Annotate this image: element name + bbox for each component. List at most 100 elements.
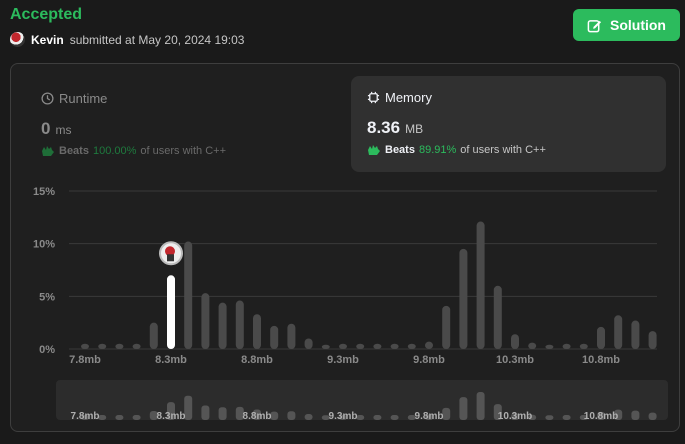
avatar-figure (165, 246, 175, 257)
navigator-bar (631, 410, 640, 420)
runtime-beats-label: Beats (59, 145, 89, 157)
memory-unit: MB (405, 122, 424, 136)
navigator-bar (270, 411, 279, 420)
selected-bar[interactable] (167, 275, 175, 349)
chart-bar[interactable] (201, 293, 210, 349)
solution-button[interactable]: Solution (573, 9, 680, 41)
edit-icon (587, 19, 602, 32)
navigator-bar (373, 415, 382, 420)
y-tick-label: 10% (33, 239, 55, 251)
x-tick-label: 10.3mb (496, 354, 534, 366)
navigator-tick-label: 10.8mb (584, 411, 618, 422)
status-title: Accepted (10, 6, 83, 23)
chart-bar[interactable] (648, 331, 657, 349)
navigator-bar (149, 411, 158, 420)
navigator-bar (167, 402, 175, 420)
navigator-bar (304, 414, 313, 420)
navigator-bar (528, 414, 537, 420)
chart-bar[interactable] (132, 343, 141, 349)
navigator-tick-label: 10.3mb (498, 411, 532, 422)
memory-card[interactable]: Memory 8.36 MB Beats 89.91% of users wit… (351, 76, 666, 172)
chart-bar[interactable] (115, 343, 124, 349)
navigator-bar (218, 407, 227, 420)
chart-bar[interactable] (390, 343, 399, 349)
chart-bar[interactable] (287, 323, 296, 349)
navigator-bar (184, 395, 193, 420)
chart-bar[interactable] (253, 314, 261, 349)
navigator-bar (442, 407, 451, 420)
chart-bar[interactable] (407, 343, 416, 349)
navigator-bar (201, 405, 210, 420)
memory-value: 8.36 (367, 118, 401, 137)
chart-bar[interactable] (373, 343, 382, 349)
clap-icon (368, 145, 380, 155)
submitted-text: submitted at May 20, 2024 19:03 (69, 32, 245, 47)
chart-bar[interactable] (149, 322, 158, 349)
navigator-bar (81, 415, 89, 420)
chart-bar[interactable] (545, 344, 554, 349)
x-tick-label: 8.3mb (155, 354, 187, 366)
navigator-bar (356, 415, 365, 420)
navigator-bar (459, 397, 468, 420)
navigator-tick-label: 8.8mb (243, 411, 272, 422)
chart-bar[interactable] (425, 341, 433, 349)
navigator-bar (579, 415, 588, 420)
chart-bar[interactable] (184, 241, 193, 349)
avatar[interactable] (10, 32, 25, 47)
memory-label: Memory (385, 90, 432, 105)
x-tick-label: 8.8mb (241, 354, 273, 366)
user-avatar-marker (159, 241, 183, 266)
chart-bar[interactable] (218, 302, 227, 349)
navigator-tick-label: 9.3mb (329, 411, 358, 422)
y-tick-label: 0% (39, 344, 55, 356)
navigator-bar (407, 415, 416, 420)
chart-bar[interactable] (235, 300, 244, 349)
y-tick-label: 15% (33, 186, 55, 198)
navigator-bar (493, 404, 502, 420)
clap-icon (42, 146, 54, 156)
chart-bar[interactable] (304, 338, 313, 349)
runtime-beats-percent: 100.00% (92, 145, 137, 157)
chart-bar[interactable] (321, 344, 330, 349)
x-tick-label: 7.8mb (69, 354, 101, 366)
chart-bar[interactable] (631, 320, 640, 349)
chart-bar[interactable] (442, 305, 451, 349)
chart-bar[interactable] (597, 326, 605, 349)
range-navigator[interactable] (56, 380, 668, 420)
navigator-bar (321, 415, 330, 420)
navigator-bar (425, 414, 433, 420)
chart-bar[interactable] (339, 343, 347, 349)
navigator-tick-label: 7.8mb (71, 411, 100, 422)
chart-bar[interactable] (81, 343, 89, 349)
username-link[interactable]: Kevin (31, 33, 64, 47)
navigator-bar (648, 412, 657, 420)
chart-bar[interactable] (270, 325, 279, 349)
navigator-tick-label: 9.8mb (415, 411, 444, 422)
runtime-card[interactable]: Runtime 0 ms Beats 100.00% of users with… (25, 77, 340, 173)
result-panel: Runtime 0 ms Beats 100.00% of users with… (10, 63, 680, 432)
navigator-bar (98, 415, 107, 420)
chart-bar[interactable] (98, 343, 107, 349)
navigator-tick-label: 8.3mb (157, 411, 186, 422)
chart-bar[interactable] (476, 221, 485, 349)
memory-beats-suffix: of users with C++ (460, 144, 546, 156)
chart-bar[interactable] (562, 343, 571, 349)
chart-bar[interactable] (356, 343, 365, 349)
x-tick-label: 9.3mb (327, 354, 359, 366)
chart-bar[interactable] (614, 315, 623, 349)
navigator-bar (132, 415, 141, 420)
chart-bar[interactable] (493, 285, 502, 349)
chart-bar[interactable] (459, 248, 468, 349)
clock-icon (41, 92, 54, 105)
chart-bar[interactable] (511, 334, 519, 349)
solution-label: Solution (610, 17, 666, 33)
chart-bar[interactable] (528, 342, 537, 349)
navigator-bar (476, 392, 485, 420)
runtime-beats-suffix: of users with C++ (140, 145, 226, 157)
navigator-bar (287, 411, 296, 420)
navigator-bar (511, 413, 519, 420)
runtime-label: Runtime (59, 91, 108, 106)
submission-info: Kevin submitted at May 20, 2024 19:03 (10, 32, 244, 47)
navigator-bar (253, 409, 261, 420)
chart-bar[interactable] (579, 343, 588, 349)
